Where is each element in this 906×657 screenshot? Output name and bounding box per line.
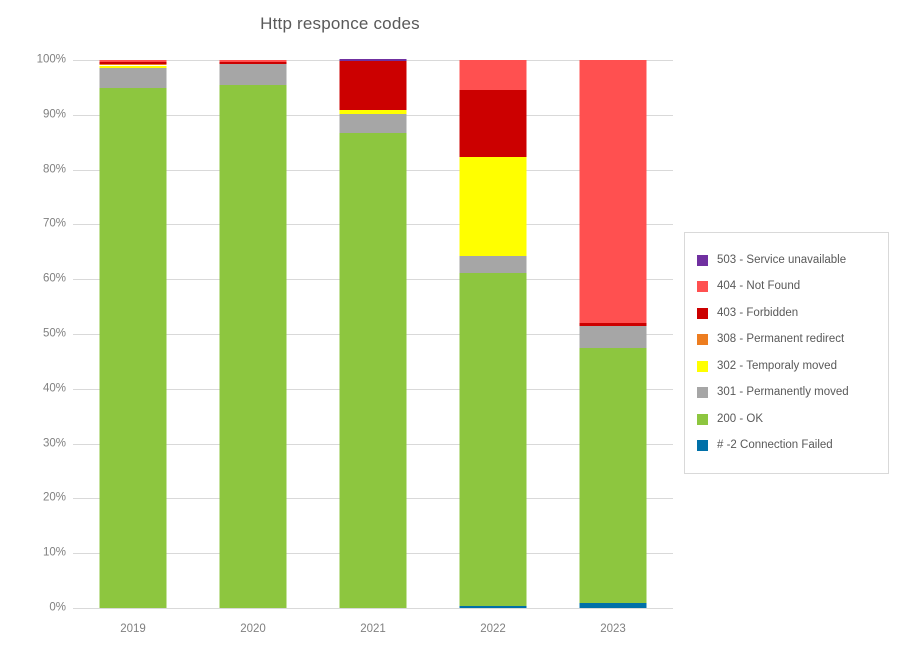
- legend-item[interactable]: 503 - Service unavailable: [685, 247, 888, 274]
- chart-title: Http responce codes: [260, 14, 420, 33]
- legend-item-label: 404 - Not Found: [717, 280, 801, 292]
- legend-swatch-icon: [697, 360, 708, 372]
- bar-segment[interactable]: [99, 60, 167, 63]
- legend-item[interactable]: 308 - Permanent redirect: [685, 327, 888, 354]
- bar-segment[interactable]: [219, 85, 287, 608]
- bar-slot: [553, 60, 673, 608]
- x-axis-tick-label: 2022: [480, 623, 506, 635]
- bar-segment[interactable]: [459, 605, 527, 608]
- legend-item-label: 200 - OK: [717, 412, 764, 425]
- bar-segment[interactable]: [339, 59, 407, 61]
- plot-area: [73, 59, 673, 609]
- bar-segment[interactable]: [339, 60, 407, 111]
- bar-slot: [193, 60, 313, 608]
- legend-swatch-icon: [697, 254, 708, 266]
- bar-segment[interactable]: [579, 325, 647, 348]
- y-axis-tick-label: 50%: [42, 327, 66, 340]
- stacked-bar[interactable]: [579, 60, 647, 608]
- bar-segment[interactable]: [459, 60, 527, 91]
- y-axis-tick-label: 70%: [42, 217, 66, 230]
- y-axis-tick-label: 80%: [42, 162, 66, 175]
- legend-swatch-icon: [697, 387, 708, 399]
- y-axis-tick-label: 0%: [49, 601, 66, 614]
- y-axis-tick-label: 60%: [42, 272, 66, 285]
- legend-item-label: # -2 Connection Failed: [717, 439, 833, 451]
- legend-item-label: 301 - Permanently moved: [717, 386, 849, 398]
- legend-item-label: 403 - Forbidden: [717, 306, 799, 319]
- bar-segment[interactable]: [459, 157, 527, 257]
- bar-segment[interactable]: [459, 273, 527, 606]
- legend-item-label: 308 - Permanent redirect: [717, 333, 845, 345]
- legend-item[interactable]: 403 - Forbidden: [685, 300, 888, 327]
- y-axis: 0% 10% 20% 30% 40% 50% 60% 70% 80% 90% 100%: [14, 54, 86, 613]
- bar-segment[interactable]: [339, 132, 407, 608]
- bar-segment[interactable]: [219, 60, 287, 62]
- bar-segment[interactable]: [99, 63, 167, 66]
- bar-segment[interactable]: [99, 62, 167, 64]
- bar-group: [73, 59, 673, 608]
- bar-segment[interactable]: [579, 322, 647, 326]
- legend-swatch-icon: [697, 440, 708, 452]
- bar-segment[interactable]: [99, 65, 167, 68]
- chart-legend: 503 - Service unavailable 404 - Not Found…: [684, 232, 889, 474]
- x-axis-tick-label: 2019: [120, 623, 146, 635]
- bar-slot: [73, 60, 193, 608]
- bar-segment[interactable]: [459, 256, 527, 274]
- bar-slot: [433, 60, 553, 608]
- legend-swatch-icon: [697, 413, 708, 425]
- bar-segment[interactable]: [579, 347, 647, 603]
- y-axis-tick-label: 10%: [42, 546, 66, 559]
- bar-segment[interactable]: [579, 60, 647, 323]
- bar-segment[interactable]: [339, 110, 407, 115]
- legend-item[interactable]: # -2 Connection Failed: [685, 433, 888, 460]
- y-axis-tick-label: 20%: [42, 491, 66, 504]
- bar-segment[interactable]: [219, 64, 287, 86]
- legend-item-label: 503 - Service unavailable: [717, 253, 847, 266]
- legend-swatch-icon: [697, 307, 708, 319]
- stacked-bar[interactable]: [99, 60, 167, 608]
- legend-swatch-icon: [697, 334, 708, 346]
- x-axis-tick-label: 2020: [240, 623, 266, 635]
- gridline: [73, 608, 673, 609]
- x-axis-tick-label: 2021: [360, 623, 386, 635]
- bar-segment[interactable]: [339, 114, 407, 133]
- bar-segment[interactable]: [579, 602, 647, 608]
- x-axis: 2019 2020 2021 2022 2023: [73, 612, 673, 642]
- legend-item-label: 302 - Temporaly moved: [717, 359, 837, 372]
- legend-item[interactable]: 301 - Permanently moved: [685, 380, 888, 407]
- legend-swatch-icon: [697, 281, 708, 293]
- bar-segment[interactable]: [99, 67, 167, 88]
- bar-segment[interactable]: [219, 61, 287, 65]
- bar-segment[interactable]: [99, 87, 167, 608]
- legend-item[interactable]: 200 - OK: [685, 406, 888, 433]
- y-axis-tick-label: 90%: [42, 108, 66, 121]
- stacked-bar[interactable]: [339, 59, 407, 608]
- stacked-bar[interactable]: [219, 60, 287, 608]
- y-axis-tick-label: 30%: [42, 436, 66, 449]
- y-axis-tick-label: 40%: [42, 382, 66, 395]
- bar-segment[interactable]: [459, 90, 527, 157]
- x-axis-tick-label: 2023: [600, 623, 626, 635]
- bar-slot: [313, 59, 433, 608]
- legend-item[interactable]: 302 - Temporaly moved: [685, 353, 888, 380]
- legend-item[interactable]: 404 - Not Found: [685, 274, 888, 301]
- stacked-bar[interactable]: [459, 60, 527, 608]
- y-axis-tick-label: 100%: [36, 53, 66, 66]
